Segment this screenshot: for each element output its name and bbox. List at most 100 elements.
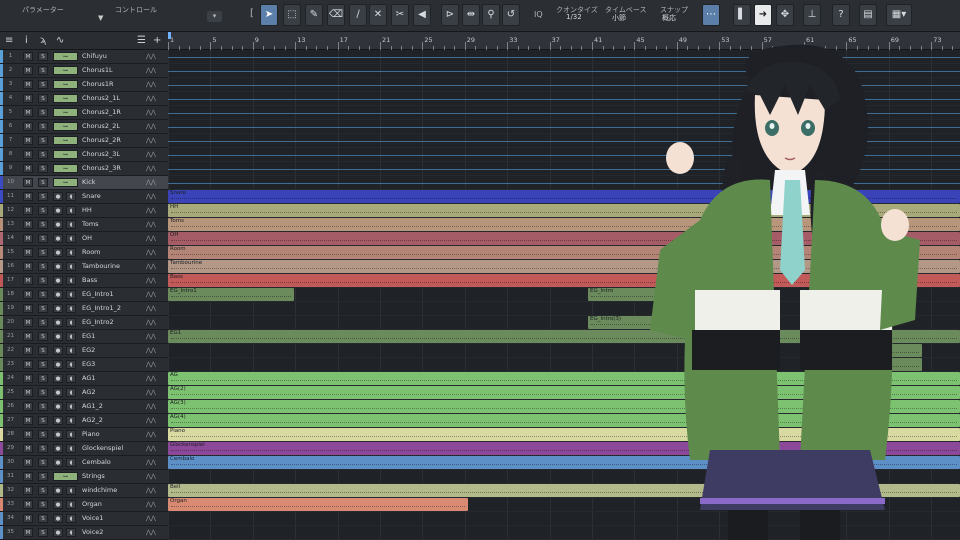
fit-button[interactable]: ⊥ (803, 4, 821, 26)
automation-lane-icon[interactable]: ⋀⋀ (146, 80, 156, 89)
record-button[interactable]: ● (53, 374, 63, 383)
record-button[interactable]: ● (53, 430, 63, 439)
automation-lane-icon[interactable]: ⋀⋀ (146, 108, 156, 117)
track-row[interactable]: 3 M S ⊶ Chorus1R ⋀⋀ (0, 78, 168, 92)
mute-button[interactable]: M (23, 528, 33, 537)
monitor-button[interactable]: ◖ (66, 346, 76, 355)
track-row[interactable]: 18 M S ● ◖ EG_Intro1 ⋀⋀ (0, 288, 168, 302)
track-name[interactable]: Strings (82, 470, 144, 483)
automation-lane-icon[interactable]: ⋀⋀ (146, 318, 156, 327)
instrument-button[interactable]: ⊶ (53, 108, 78, 117)
solo-button[interactable]: S (38, 164, 48, 173)
track-name[interactable]: Glockenspiel (82, 442, 144, 455)
mute-button[interactable]: M (23, 360, 33, 369)
monitor-button[interactable]: ◖ (66, 304, 76, 313)
instrument-button[interactable]: ⊶ (53, 94, 78, 103)
stretch-tool-button[interactable]: ⇹ (462, 4, 480, 26)
monitor-button[interactable]: ◖ (66, 458, 76, 467)
track-name[interactable]: Chorus2_2L (82, 120, 144, 133)
solo-button[interactable]: S (38, 206, 48, 215)
solo-button[interactable]: S (38, 402, 48, 411)
track-row[interactable]: 34 M S ● ◖ Voice1 ⋀⋀ (0, 512, 168, 526)
solo-button[interactable]: S (38, 52, 48, 61)
mute-button[interactable]: M (23, 346, 33, 355)
solo-button[interactable]: S (38, 122, 48, 131)
record-button[interactable]: ● (53, 304, 63, 313)
automation-lane-icon[interactable]: ⋀⋀ (146, 248, 156, 257)
solo-button[interactable]: S (38, 458, 48, 467)
snap-dropdown[interactable]: 概応 (662, 13, 676, 23)
track-row[interactable]: 11 M S ● ◖ Snare ⋀⋀ (0, 190, 168, 204)
pencil-tool-button[interactable]: ✎ (305, 4, 323, 26)
record-button[interactable]: ● (53, 402, 63, 411)
record-button[interactable]: ● (53, 486, 63, 495)
solo-button[interactable]: S (38, 290, 48, 299)
cursor-button[interactable]: ✥ (776, 4, 794, 26)
track-name[interactable]: windchime (82, 484, 144, 497)
track-name[interactable]: Voice2 (82, 526, 144, 539)
monitor-button[interactable]: ◖ (66, 374, 76, 383)
instrument-button[interactable]: ⊶ (53, 52, 78, 61)
bend-tool-button[interactable]: ⊳ (441, 4, 459, 26)
track-row[interactable]: 6 M S ⊶ Chorus2_2L ⋀⋀ (0, 120, 168, 134)
instrument-button[interactable]: ⊶ (53, 122, 78, 131)
mute-button[interactable]: M (23, 164, 33, 173)
mute-button[interactable]: M (23, 234, 33, 243)
zoom-tool-button[interactable]: ⚲ (482, 4, 500, 26)
solo-button[interactable]: S (38, 150, 48, 159)
solo-button[interactable]: S (38, 262, 48, 271)
track-name[interactable]: Snare (82, 190, 144, 203)
monitor-button[interactable]: ◖ (66, 360, 76, 369)
solo-button[interactable]: S (38, 234, 48, 243)
instrument-button[interactable]: ⊶ (53, 80, 78, 89)
track-name[interactable]: Chorus2_3L (82, 148, 144, 161)
track-name[interactable]: Chorus2_1R (82, 106, 144, 119)
scrub-tool-button[interactable]: ↺ (502, 4, 520, 26)
track-row[interactable]: 26 M S ● ◖ AG1_2 ⋀⋀ (0, 400, 168, 414)
automation-lane-icon[interactable]: ⋀⋀ (146, 500, 156, 509)
automation-lane-icon[interactable]: ⋀⋀ (146, 290, 156, 299)
solo-button[interactable]: S (38, 430, 48, 439)
track-row[interactable]: 16 M S ● ◖ Tambourine ⋀⋀ (0, 260, 168, 274)
layout-menu-button[interactable]: ▦▾ (886, 4, 912, 26)
track-row[interactable]: 22 M S ● ◖ EG2 ⋀⋀ (0, 344, 168, 358)
automation-lane-icon[interactable]: ⋀⋀ (146, 346, 156, 355)
monitor-button[interactable]: ◖ (66, 234, 76, 243)
solo-button[interactable]: S (38, 444, 48, 453)
mute-button[interactable]: M (23, 150, 33, 159)
track-name[interactable]: Toms (82, 218, 144, 231)
record-button[interactable]: ● (53, 416, 63, 425)
audio-clip[interactable]: EG_Intro1 (168, 288, 294, 301)
mute-button[interactable]: M (23, 52, 33, 61)
record-button[interactable]: ● (53, 444, 63, 453)
mute-button[interactable]: M (23, 318, 33, 327)
automation-lane-icon[interactable]: ⋀⋀ (146, 220, 156, 229)
track-name[interactable]: AG1_2 (82, 400, 144, 413)
mute-button[interactable]: M (23, 402, 33, 411)
track-row[interactable]: 2 M S ⊶ Chorus1L ⋀⋀ (0, 64, 168, 78)
automation-lane-icon[interactable]: ⋀⋀ (146, 262, 156, 271)
track-row[interactable]: 9 M S ⊶ Chorus2_3R ⋀⋀ (0, 162, 168, 176)
track-name[interactable]: EG_Intro1_2 (82, 302, 144, 315)
mute-button[interactable]: M (23, 262, 33, 271)
audio-clip[interactable]: Organ (168, 498, 468, 511)
track-row[interactable]: 21 M S ● ◖ EG1 ⋀⋀ (0, 330, 168, 344)
automation-lane-icon[interactable]: ⋀⋀ (146, 388, 156, 397)
automation-lane-icon[interactable]: ⋀⋀ (146, 416, 156, 425)
monitor-button[interactable]: ◖ (66, 528, 76, 537)
monitor-button[interactable]: ◖ (66, 318, 76, 327)
control-dropdown-button[interactable]: ▾ (207, 11, 222, 22)
solo-button[interactable]: S (38, 94, 48, 103)
track-name[interactable]: Tambourine (82, 260, 144, 273)
track-name[interactable]: Piano (82, 428, 144, 441)
instrument-button[interactable]: ⊶ (53, 164, 78, 173)
track-row[interactable]: 30 M S ● ◖ Cembalo ⋀⋀ (0, 456, 168, 470)
list-options-icon[interactable]: ☰ (137, 35, 146, 46)
mute-button[interactable]: M (23, 374, 33, 383)
quantize-dropdown[interactable]: 1/32 (566, 13, 582, 21)
mute-button[interactable]: M (23, 290, 33, 299)
mute-button[interactable]: M (23, 248, 33, 257)
instrument-button[interactable]: ⊶ (53, 150, 78, 159)
solo-button[interactable]: S (38, 486, 48, 495)
automation-lane-icon[interactable]: ⋀⋀ (146, 122, 156, 131)
